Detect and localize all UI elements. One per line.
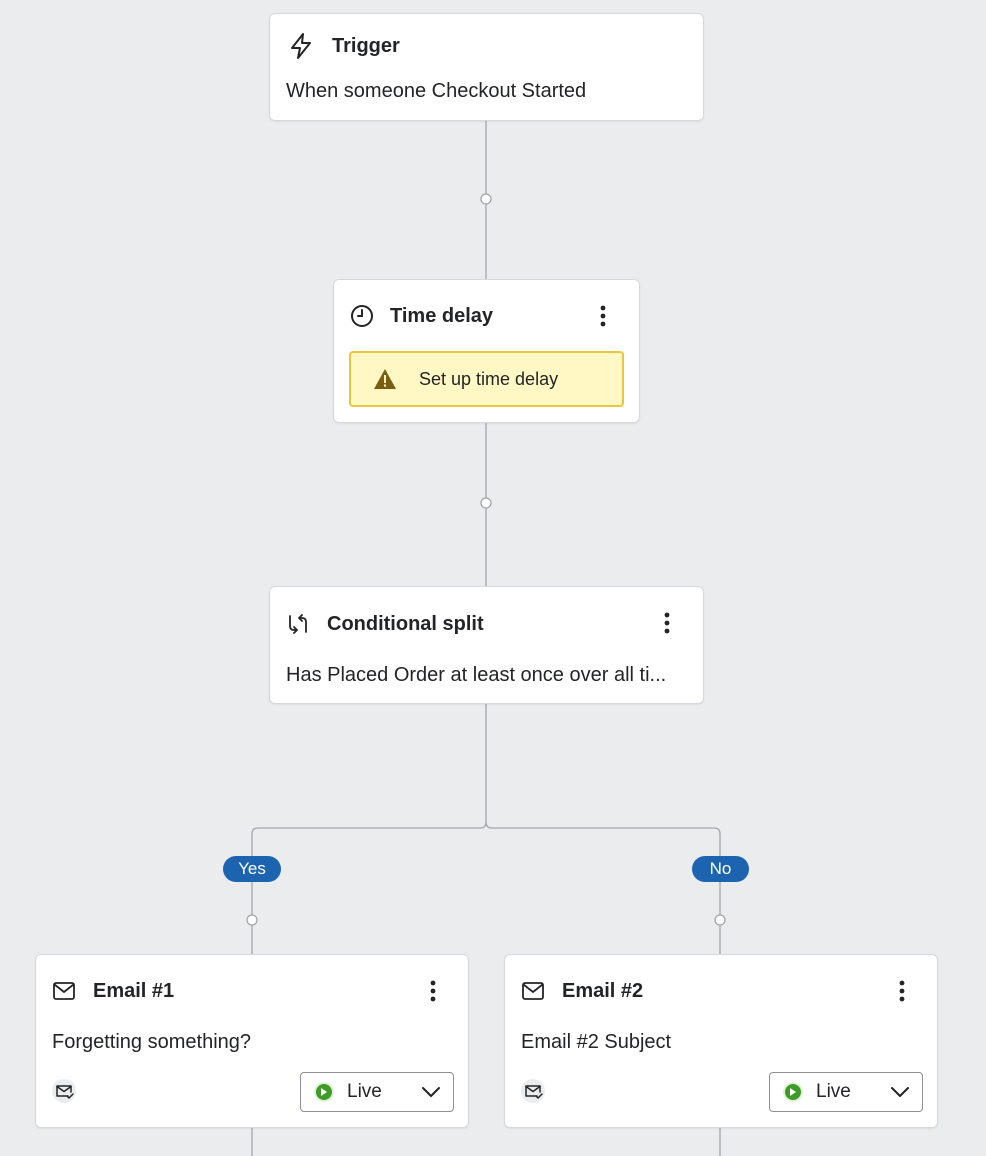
- email-check-icon: [521, 1079, 545, 1103]
- branch-no-badge: No: [692, 856, 749, 882]
- envelope-icon: [52, 981, 76, 1001]
- email-1-subject: Forgetting something?: [52, 1031, 252, 1053]
- conditional-split-node[interactable]: Conditional split Has Placed Order at le…: [269, 586, 704, 704]
- branch-yes-badge: Yes: [223, 856, 281, 882]
- email-2-node[interactable]: Email #2 Email #2 Subject Live: [504, 954, 938, 1128]
- time-delay-title: Time delay: [390, 304, 494, 327]
- clock-icon: [350, 304, 374, 328]
- email-1-title: Email #1: [93, 979, 175, 1002]
- envelope-icon: [521, 981, 545, 1001]
- email-2-title: Email #2: [562, 979, 644, 1002]
- live-status-icon: [314, 1082, 334, 1102]
- email-2-status-select[interactable]: Live: [769, 1072, 923, 1112]
- lightning-icon: [288, 32, 314, 60]
- email-2-more-menu-icon[interactable]: [888, 977, 916, 1005]
- split-arrows-icon: [286, 612, 310, 636]
- trigger-title: Trigger: [332, 34, 400, 57]
- conditional-split-title: Conditional split: [327, 612, 484, 635]
- time-delay-more-menu-icon[interactable]: [589, 302, 617, 330]
- time-delay-node[interactable]: Time delay Set up time delay: [333, 279, 640, 423]
- trigger-description: When someone Checkout Started: [286, 80, 587, 102]
- email-check-icon: [52, 1079, 76, 1103]
- email-1-status-select[interactable]: Live: [300, 1072, 454, 1112]
- warning-icon: [373, 368, 397, 390]
- email-2-subject: Email #2 Subject: [521, 1031, 672, 1053]
- warning-text: Set up time delay: [419, 368, 559, 389]
- chevron-down-icon: [421, 1085, 441, 1099]
- chevron-down-icon: [890, 1085, 910, 1099]
- email-2-status-label: Live: [816, 1081, 851, 1102]
- time-delay-warning[interactable]: Set up time delay: [349, 351, 624, 407]
- conditional-split-more-menu-icon[interactable]: [653, 609, 681, 637]
- email-1-node[interactable]: Email #1 Forgetting something? Live: [35, 954, 469, 1128]
- flow-canvas: Trigger When someone Checkout Started Ti…: [0, 0, 986, 1156]
- conditional-split-description: Has Placed Order at least once over all …: [286, 664, 667, 686]
- live-status-icon: [783, 1082, 803, 1102]
- email-1-status-label: Live: [347, 1081, 382, 1102]
- trigger-node[interactable]: Trigger When someone Checkout Started: [269, 13, 704, 121]
- email-1-more-menu-icon[interactable]: [419, 977, 447, 1005]
